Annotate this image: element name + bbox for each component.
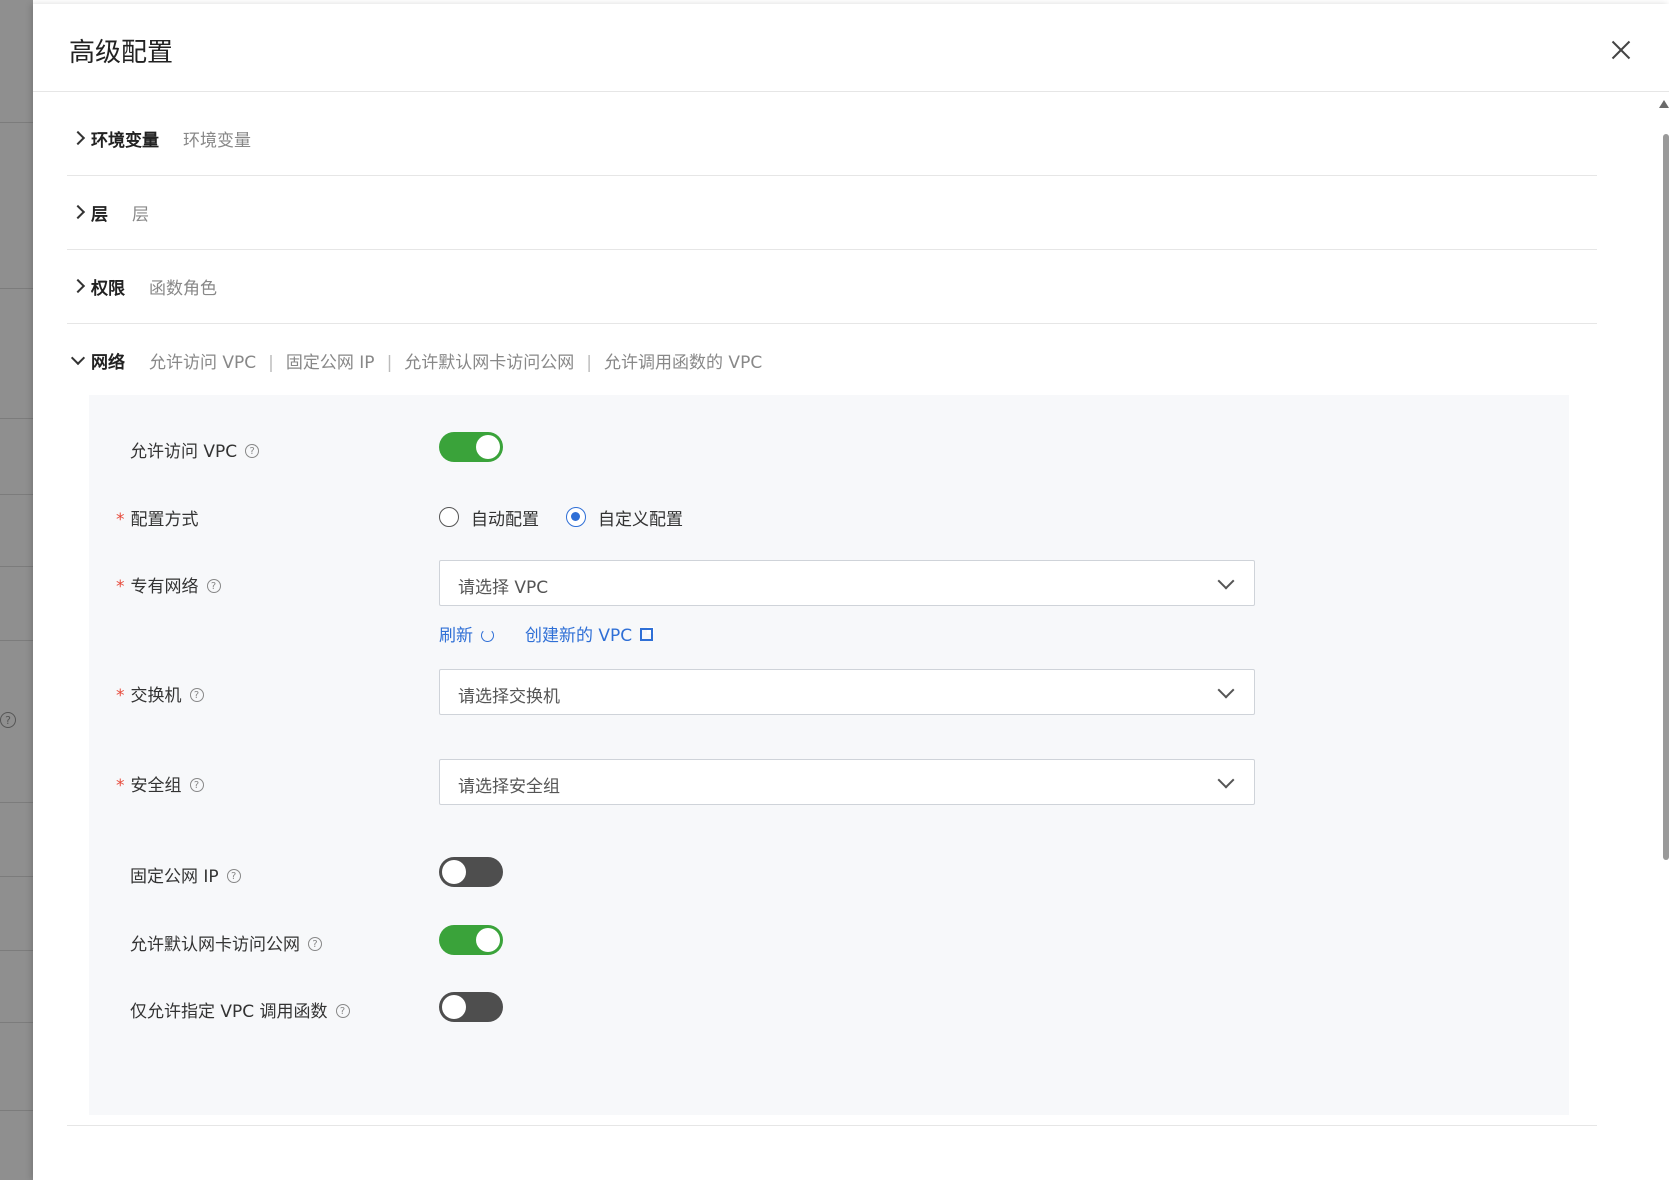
section-env-vars[interactable]: 环境变量 环境变量: [67, 102, 1597, 176]
background-divider: [0, 876, 33, 877]
background-app-strip: ?: [0, 0, 33, 1180]
external-link-icon: [640, 626, 655, 641]
advanced-config-drawer: 高级配置 环境变量 环境变量 层 层 权限 函数角色 网络 允许访问 VPC | 固…: [33, 4, 1669, 1180]
network-panel: 允许访问 VPC? * 配置方式 自动配置 自定义配置 * 专有网络? 请选择 VP…: [89, 395, 1569, 1115]
security-group-label: * 安全组?: [116, 771, 204, 796]
scrollbar-thumb[interactable]: [1663, 134, 1669, 860]
section-layers[interactable]: 层 层: [67, 176, 1597, 250]
toggle-knob: [442, 860, 466, 884]
vpc-select[interactable]: 请选择 VPC: [439, 560, 1255, 606]
vswitch-label-text: 交换机: [130, 686, 182, 706]
separator: |: [386, 353, 393, 373]
background-divider: [0, 494, 33, 495]
background-divider: [0, 566, 33, 567]
section-subtitle: 允许默认网卡访问公网: [404, 353, 575, 373]
default-nic-internet-label-text: 允许默认网卡访问公网: [130, 935, 300, 955]
section-subtitle: 函数角色: [149, 279, 217, 299]
default-nic-internet-toggle[interactable]: [439, 925, 503, 955]
question-circle-icon[interactable]: ?: [245, 444, 260, 458]
section-title: 权限: [91, 279, 125, 299]
section-permissions[interactable]: 权限 函数角色: [67, 250, 1597, 324]
static-ip-label: 固定公网 IP?: [130, 862, 241, 887]
vswitch-select-placeholder: 请选择交换机: [458, 687, 560, 707]
chevron-right-icon: [70, 204, 86, 220]
required-marker: *: [116, 510, 125, 530]
vswitch-label: * 交换机?: [116, 681, 204, 706]
security-group-label-text: 安全组: [130, 776, 182, 796]
chevron-down-icon: [1217, 771, 1235, 789]
vpc-only-invoke-label-text: 仅允许指定 VPC 调用函数: [130, 1002, 328, 1022]
default-nic-internet-label: 允许默认网卡访问公网?: [130, 930, 322, 955]
section-subtitle: 允许调用函数的 VPC: [604, 353, 763, 373]
refresh-link-text: 刷新: [439, 626, 473, 646]
drawer-header: 高级配置: [33, 4, 1669, 92]
allow-vpc-toggle[interactable]: [439, 432, 503, 462]
section-divider: [67, 1125, 1597, 1126]
refresh-icon: [481, 628, 494, 642]
separator: |: [268, 353, 274, 373]
section-subtitle: 环境变量: [183, 131, 251, 151]
drawer-scrollbar[interactable]: [1659, 100, 1669, 860]
question-circle-icon[interactable]: ?: [308, 937, 322, 951]
vpc-select-placeholder: 请选择 VPC: [458, 578, 549, 598]
background-divider: [0, 288, 33, 289]
vpc-label-text: 专有网络: [130, 577, 199, 597]
vpc-only-invoke-toggle[interactable]: [439, 992, 503, 1022]
radio-label: 自定义配置: [598, 510, 683, 530]
background-divider: [0, 640, 33, 641]
section-subtitle: 固定公网 IP: [285, 353, 375, 373]
chevron-right-icon: [70, 130, 86, 146]
section-subtitle-list: 允许访问 VPC | 固定公网 IP | 允许默认网卡访问公网 | 允许调用函数的 VPC: [149, 348, 762, 373]
question-circle-icon[interactable]: ?: [206, 579, 221, 593]
allow-vpc-label: 允许访问 VPC?: [130, 437, 260, 462]
close-icon[interactable]: [1609, 38, 1633, 62]
static-ip-toggle[interactable]: [439, 857, 503, 887]
security-group-select-placeholder: 请选择安全组: [458, 777, 560, 797]
background-divider: [0, 122, 33, 123]
allow-vpc-label-text: 允许访问 VPC: [130, 442, 238, 462]
radio-circle[interactable]: [566, 507, 586, 527]
required-marker: *: [116, 776, 125, 796]
background-divider: [0, 1110, 33, 1111]
config-mode-label-text: 配置方式: [130, 510, 199, 530]
create-vpc-link-text: 创建新的 VPC: [525, 626, 633, 646]
create-vpc-link[interactable]: 创建新的 VPC: [525, 621, 655, 646]
background-divider: [0, 1022, 33, 1023]
separator: |: [586, 353, 593, 373]
chevron-down-icon: [1217, 572, 1235, 590]
toggle-knob: [442, 995, 466, 1019]
background-divider: [0, 802, 33, 803]
static-ip-label-text: 固定公网 IP: [130, 867, 219, 887]
section-title: 层: [91, 205, 108, 225]
chevron-down-icon: [1217, 681, 1235, 699]
section-subtitle: 层: [132, 205, 149, 225]
radio-circle[interactable]: [439, 507, 459, 527]
required-marker: *: [116, 577, 125, 597]
section-title: 环境变量: [91, 131, 159, 151]
question-circle-icon[interactable]: ?: [189, 688, 204, 702]
section-subtitle: 允许访问 VPC: [149, 353, 257, 373]
security-group-select[interactable]: 请选择安全组: [439, 759, 1255, 805]
radio-label: 自动配置: [471, 510, 539, 530]
toggle-knob: [476, 435, 500, 459]
question-circle-icon[interactable]: ?: [335, 1004, 350, 1018]
chevron-right-icon: [70, 278, 86, 294]
drawer-title: 高级配置: [69, 38, 174, 68]
chevron-down-icon: [70, 350, 86, 366]
required-marker: *: [116, 686, 125, 706]
refresh-link[interactable]: 刷新: [439, 621, 494, 646]
question-circle-icon[interactable]: ?: [189, 778, 204, 792]
toggle-knob: [476, 928, 500, 952]
section-title: 网络: [91, 353, 125, 373]
section-network[interactable]: 网络 允许访问 VPC | 固定公网 IP | 允许默认网卡访问公网 | 允许调用函数的 V…: [67, 324, 1597, 398]
background-divider: [0, 418, 33, 419]
question-circle-icon[interactable]: ?: [226, 869, 241, 883]
vpc-label: * 专有网络?: [116, 572, 221, 597]
question-circle-icon: ?: [0, 712, 16, 728]
vpc-only-invoke-label: 仅允许指定 VPC 调用函数?: [130, 997, 350, 1022]
vswitch-select[interactable]: 请选择交换机: [439, 669, 1255, 715]
config-mode-label: * 配置方式: [116, 505, 199, 530]
scroll-up-arrow-icon[interactable]: [1659, 100, 1669, 108]
background-divider: [0, 950, 33, 951]
